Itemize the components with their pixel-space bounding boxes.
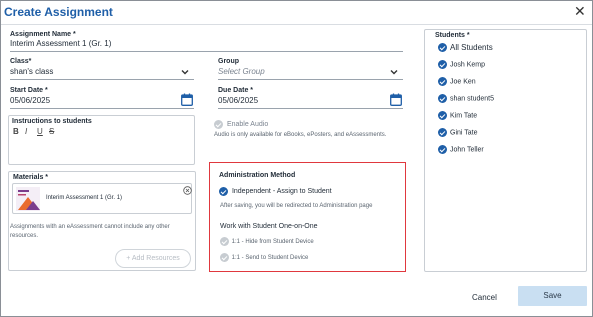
start-date-input[interactable]: 05/06/2025 bbox=[10, 93, 194, 109]
create-assignment-dialog: Create Assignment ✕ Assignment Name * In… bbox=[0, 0, 593, 317]
material-card[interactable]: Interim Assessment 1 (Gr. 1) bbox=[12, 183, 192, 214]
assignment-name-value: Interim Assessment 1 (Gr. 1) bbox=[10, 39, 112, 48]
students-label: Students * bbox=[435, 32, 470, 39]
save-button[interactable]: Save bbox=[518, 286, 587, 306]
student-name: Gini Tate bbox=[450, 129, 478, 137]
due-date-label: Due Date * bbox=[218, 87, 254, 94]
check-circle-icon bbox=[438, 94, 447, 103]
class-value: shan's class bbox=[10, 67, 54, 76]
student-item[interactable]: shan student5 bbox=[438, 94, 494, 104]
student-item[interactable]: Kim Tate bbox=[438, 111, 477, 121]
check-circle-icon bbox=[220, 237, 229, 246]
check-circle-icon bbox=[220, 253, 229, 262]
class-label: Class* bbox=[10, 58, 32, 65]
student-item[interactable]: Josh Kemp bbox=[438, 60, 485, 70]
header-divider bbox=[1, 24, 592, 25]
check-circle-icon bbox=[438, 77, 447, 86]
close-icon[interactable]: ✕ bbox=[574, 4, 586, 18]
student-item[interactable]: Gini Tate bbox=[438, 128, 478, 138]
student-item-all[interactable]: All Students bbox=[438, 43, 493, 53]
start-date-label: Start Date * bbox=[10, 87, 48, 94]
option-hide-from-device[interactable]: 1:1 - Hide from Student Device bbox=[220, 237, 314, 246]
audio-note: Audio is only available for eBooks, ePos… bbox=[214, 132, 387, 138]
student-name: Kim Tate bbox=[450, 112, 478, 120]
check-circle-icon bbox=[438, 60, 447, 69]
student-name: Joe Ken bbox=[450, 78, 476, 86]
check-circle-icon bbox=[438, 128, 447, 137]
student-item[interactable]: Joe Ken bbox=[438, 77, 476, 87]
check-circle-icon bbox=[438, 145, 447, 154]
assignment-name-label: Assignment Name * bbox=[10, 31, 76, 38]
instructions-editor[interactable]: Instructions to students B I U S bbox=[8, 115, 195, 165]
option-send-to-device[interactable]: 1:1 - Send to Student Device bbox=[220, 253, 308, 262]
independent-label: Independent - Assign to Student bbox=[231, 188, 332, 196]
italic-button[interactable]: I bbox=[25, 127, 27, 136]
group-label: Group bbox=[218, 58, 239, 65]
student-name: All Students bbox=[450, 43, 493, 52]
underline-button[interactable]: U bbox=[37, 127, 43, 136]
chevron-down-icon bbox=[390, 70, 398, 75]
calendar-icon[interactable] bbox=[181, 93, 193, 106]
cancel-button[interactable]: Cancel bbox=[472, 293, 497, 302]
assignment-name-input[interactable]: Interim Assessment 1 (Gr. 1) bbox=[10, 38, 403, 52]
enable-audio-toggle[interactable]: Enable Audio bbox=[214, 120, 268, 129]
independent-note: After saving, you will be redirected to … bbox=[220, 203, 373, 209]
option-hide-label: 1:1 - Hide from Student Device bbox=[231, 239, 314, 246]
student-name: Josh Kemp bbox=[450, 61, 486, 69]
start-date-value: 05/06/2025 bbox=[10, 96, 51, 105]
materials-note: Assignments with an eAssessment cannot i… bbox=[10, 224, 170, 239]
administration-method-title: Administration Method bbox=[219, 172, 296, 179]
check-circle-icon bbox=[438, 111, 447, 120]
check-circle-icon bbox=[219, 187, 228, 196]
one-on-one-title: Work with Student One-on-One bbox=[220, 223, 318, 230]
materials-label: Materials * bbox=[13, 174, 49, 181]
student-item[interactable]: John Teller bbox=[438, 145, 484, 155]
remove-circle-icon[interactable] bbox=[183, 186, 192, 195]
calendar-icon[interactable] bbox=[390, 93, 402, 106]
strikethrough-button[interactable]: S bbox=[49, 127, 54, 136]
check-circle-icon bbox=[438, 43, 447, 53]
student-name: John Teller bbox=[450, 146, 484, 154]
chevron-down-icon bbox=[181, 70, 189, 75]
audio-check-icon bbox=[214, 120, 223, 129]
instructions-label: Instructions to students bbox=[12, 118, 92, 125]
dialog-title: Create Assignment bbox=[4, 5, 113, 19]
group-placeholder: Select Group bbox=[218, 67, 265, 76]
independent-option[interactable]: Independent - Assign to Student bbox=[219, 187, 332, 196]
add-resources-button[interactable]: + Add Resources bbox=[115, 249, 191, 268]
bold-button[interactable]: B bbox=[13, 127, 19, 136]
group-select[interactable]: Select Group bbox=[218, 66, 403, 80]
material-title: Interim Assessment 1 (Gr. 1) bbox=[46, 195, 123, 201]
student-name: shan student5 bbox=[450, 95, 494, 103]
due-date-value: 05/06/2025 bbox=[218, 96, 259, 105]
assessment-thumbnail-icon bbox=[16, 187, 40, 211]
option-send-label: 1:1 - Send to Student Device bbox=[231, 255, 309, 262]
due-date-input[interactable]: 05/06/2025 bbox=[218, 93, 403, 109]
administration-method-panel: Administration Method Independent - Assi… bbox=[209, 162, 406, 272]
enable-audio-label: Enable Audio bbox=[226, 121, 269, 129]
class-select[interactable]: shan's class bbox=[10, 66, 194, 80]
